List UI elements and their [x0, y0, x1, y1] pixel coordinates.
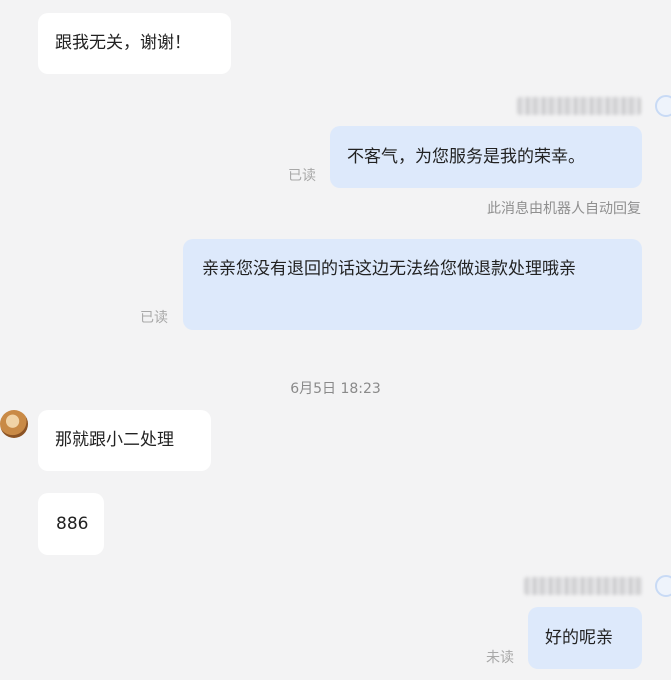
incoming-message-bubble[interactable]: 886: [38, 493, 104, 555]
incoming-message-bubble[interactable]: 那就跟小二处理: [38, 410, 211, 471]
outgoing-message-bubble[interactable]: 好的呢亲: [528, 607, 642, 669]
sender-avatar: [655, 95, 671, 117]
read-status: 已读: [288, 168, 316, 184]
chat-timestamp: 6月5日 18:23: [290, 381, 381, 397]
message-text: 不客气，为您服务是我的荣幸。: [347, 147, 585, 167]
unread-status: 未读: [486, 650, 514, 666]
auto-reply-notice: 此消息由机器人自动回复: [487, 201, 641, 217]
outgoing-message-bubble[interactable]: 亲亲您没有退回的话这边无法给您做退款处理哦亲: [183, 239, 642, 330]
sender-avatar: [655, 575, 671, 597]
sender-name-blurred: [524, 577, 642, 595]
message-text: 886: [56, 514, 89, 534]
outgoing-message-bubble[interactable]: 不客气，为您服务是我的荣幸。: [330, 126, 642, 188]
message-text: 跟我无关，谢谢！: [55, 33, 191, 53]
message-text: 亲亲您没有退回的话这边无法给您做退款处理哦亲: [202, 259, 576, 279]
sender-name-blurred: [517, 97, 641, 115]
message-text: 那就跟小二处理: [55, 430, 174, 450]
message-text: 好的呢亲: [545, 628, 613, 648]
read-status: 已读: [140, 310, 168, 326]
contact-avatar[interactable]: [0, 410, 28, 438]
incoming-message-bubble[interactable]: 跟我无关，谢谢！: [38, 13, 231, 74]
